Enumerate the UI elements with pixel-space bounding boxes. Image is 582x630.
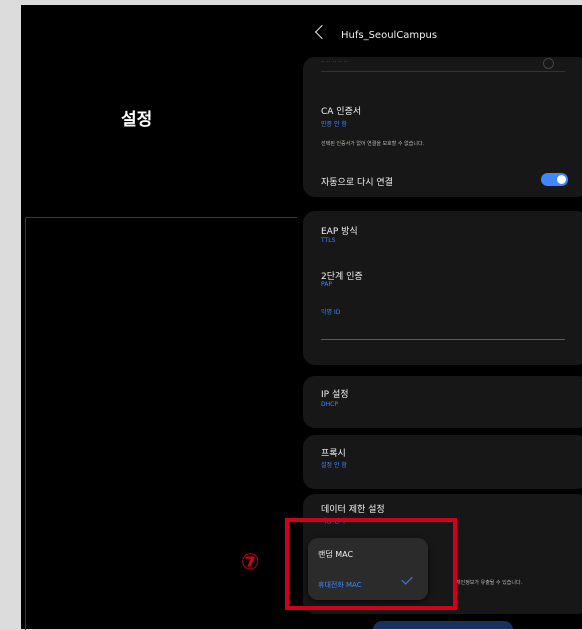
ca-cert-label[interactable]: CA 인증서	[321, 104, 361, 117]
metered-label[interactable]: 데이터 제한 설정	[321, 502, 385, 515]
eap-method-label[interactable]: EAP 방식	[321, 224, 358, 237]
auto-reconnect-toggle[interactable]	[541, 173, 568, 186]
anonymous-id-input[interactable]	[321, 339, 565, 340]
proxy-value: 설정 안 함	[321, 462, 347, 469]
left-content-frame	[25, 217, 306, 630]
eap-method-value: TTLS	[321, 237, 336, 244]
faded-top-text: ·· ·· ·· ·· ··	[321, 59, 348, 66]
highlight-box	[285, 518, 457, 610]
ca-cert-value: 인증 안 함	[321, 121, 347, 128]
password-underline	[321, 71, 565, 72]
ip-settings-card[interactable]	[303, 376, 582, 428]
step-marker: ⑦	[241, 550, 260, 575]
top-bar: Hufs_SeoulCampus	[297, 5, 582, 53]
ca-cert-note: 선택된 인증서가 없어 연결을 보호할 수 없습니다.	[321, 141, 425, 147]
left-settings-title: 설정	[121, 110, 153, 130]
ip-settings-value: DHCP	[321, 401, 338, 408]
eye-icon[interactable]	[543, 58, 554, 69]
ip-settings-label[interactable]: IP 설정	[321, 387, 349, 400]
auto-reconnect-label: 자동으로 다시 연결	[321, 178, 393, 188]
toggle-knob	[557, 175, 566, 184]
phase2-auth-value: PAP	[321, 281, 332, 288]
network-title: Hufs_SeoulCampus	[341, 30, 438, 41]
connect-button[interactable]	[373, 621, 513, 629]
random-mac-note: 개인정보가 유출될 수 있습니다.	[456, 580, 523, 586]
anonymous-id-label: 익명 ID	[321, 309, 341, 316]
back-arrow-icon[interactable]	[314, 24, 330, 40]
proxy-label[interactable]: 프록시	[321, 446, 346, 459]
